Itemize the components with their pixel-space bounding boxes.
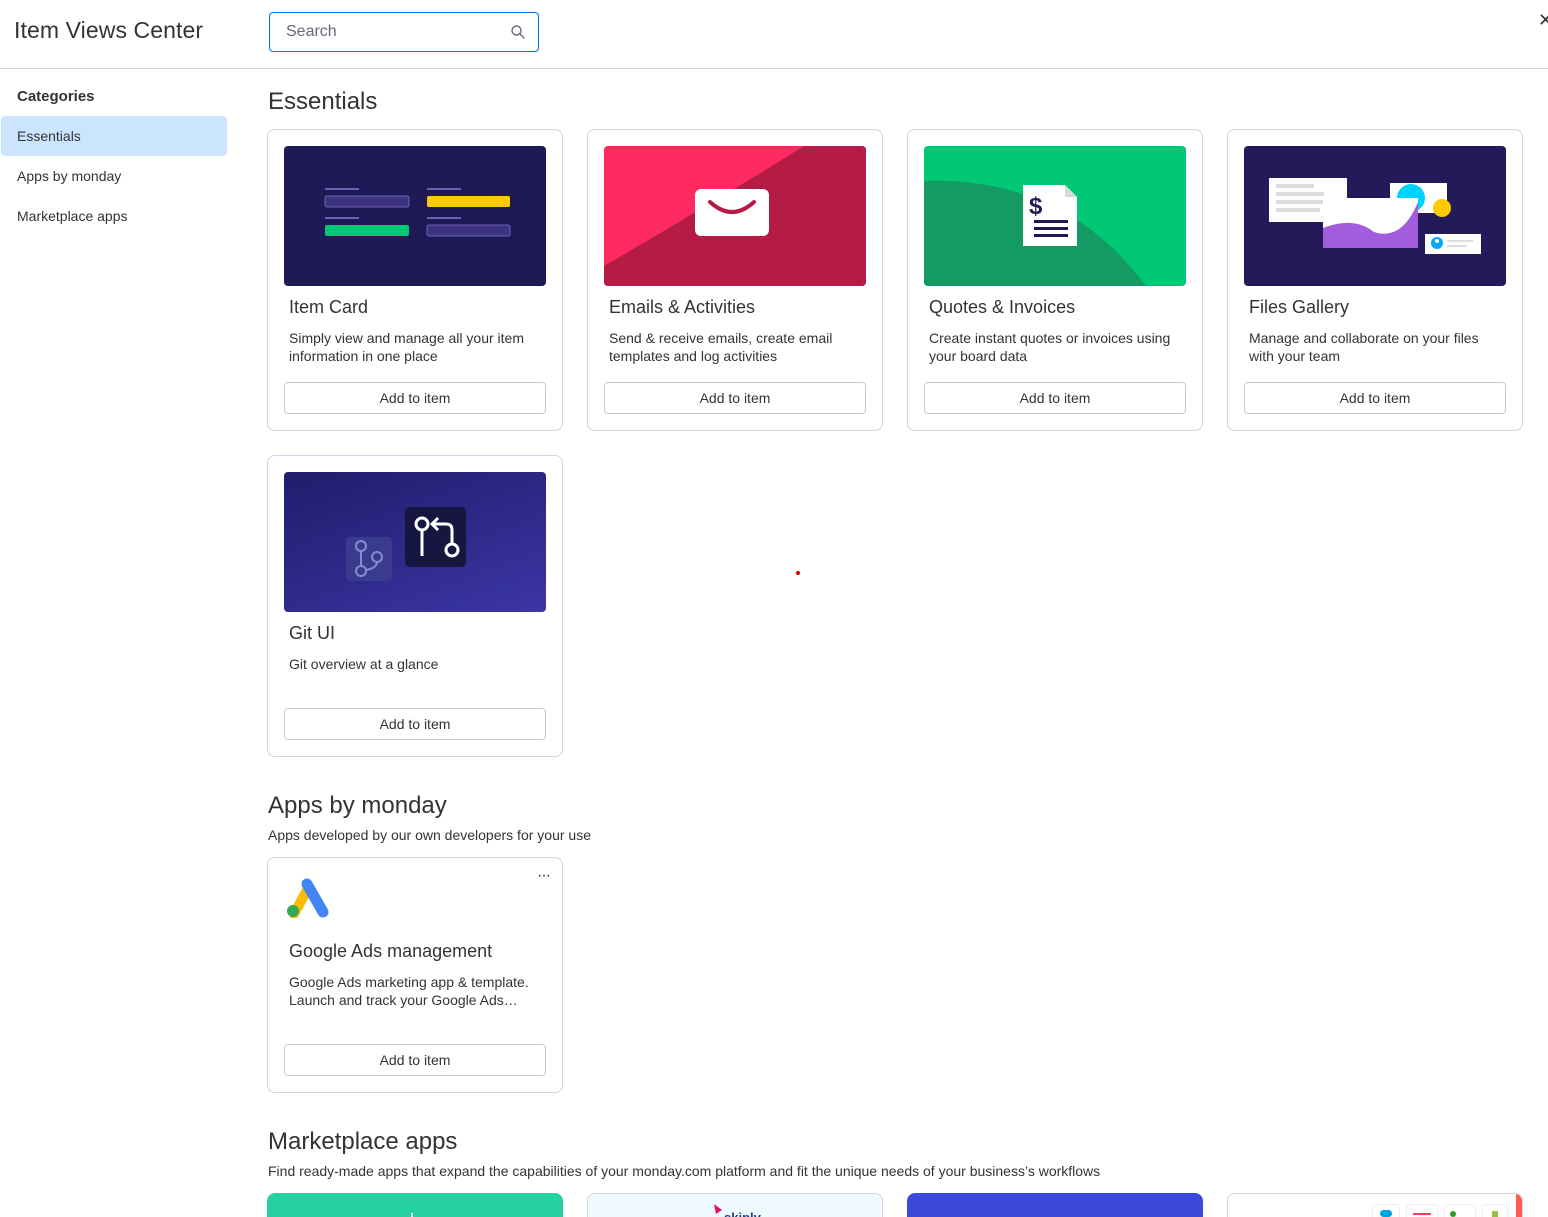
git-illustration bbox=[346, 507, 466, 581]
add-to-item-button[interactable]: Add to item bbox=[284, 1044, 546, 1076]
sidebar-heading: Categories bbox=[17, 88, 95, 105]
card-description: Send & receive emails, create email temp… bbox=[609, 330, 833, 364]
skiply-brand-label: skiply bbox=[724, 1210, 762, 1217]
card-description: Google Ads marketing app & template. Lau… bbox=[289, 974, 529, 1008]
marketplace-app-card[interactable] bbox=[1227, 1193, 1523, 1217]
card-title: Google Ads management bbox=[289, 941, 493, 961]
add-to-item-button[interactable]: Add to item bbox=[604, 382, 866, 414]
item-card-card: Item Card Simply view and manage all you… bbox=[267, 129, 563, 431]
essentials-section-title: Essentials bbox=[268, 88, 378, 115]
salesforce-logo-icon bbox=[1372, 1204, 1400, 1217]
app-logo-icon bbox=[411, 1213, 413, 1217]
google-ads-logo-icon bbox=[287, 878, 329, 918]
files-gallery-card: Files Gallery Manage and collaborate on … bbox=[1227, 129, 1523, 431]
card-title: Files Gallery bbox=[1249, 297, 1350, 317]
files-image bbox=[1244, 146, 1506, 286]
card-title: Git UI bbox=[289, 623, 336, 643]
card-description: Git overview at a glance bbox=[289, 656, 439, 672]
card-description: Manage and collaborate on your files wit… bbox=[1249, 330, 1479, 364]
git-ui-card: Git UI Git overview at a glance Add to i… bbox=[267, 455, 563, 757]
shopify-logo-icon bbox=[1482, 1204, 1508, 1217]
card-title: Quotes & Invoices bbox=[929, 297, 1076, 317]
close-icon[interactable]: ✕ bbox=[1538, 10, 1548, 30]
marketplace-section-title: Marketplace apps bbox=[268, 1128, 458, 1155]
add-to-item-button[interactable]: Add to item bbox=[284, 708, 546, 740]
add-to-item-button[interactable]: Add to item bbox=[1244, 382, 1506, 414]
card-title: Emails & Activities bbox=[609, 297, 756, 317]
add-to-item-button[interactable]: Add to item bbox=[284, 382, 546, 414]
git-image bbox=[284, 472, 546, 612]
svg-text:$: $ bbox=[1029, 193, 1043, 220]
invoice-illustration: $ bbox=[924, 180, 1146, 286]
card-title: Item Card bbox=[289, 297, 369, 317]
search-icon[interactable] bbox=[510, 24, 526, 40]
quotes-image: $ bbox=[924, 146, 1186, 286]
item-card-image bbox=[284, 146, 546, 286]
google-ads-card: ··· Google Ads management Google Ads mar… bbox=[267, 857, 563, 1093]
sidebar-item-marketplace-apps[interactable]: Marketplace apps bbox=[1, 196, 227, 236]
apps-by-monday-section-title: Apps by monday bbox=[268, 792, 447, 819]
emails-image bbox=[604, 146, 866, 286]
envelope-illustration bbox=[604, 146, 866, 286]
page-title: Item Views Center bbox=[14, 17, 204, 43]
header: Item Views Center ✕ bbox=[0, 0, 1548, 69]
marketplace-app-card[interactable] bbox=[267, 1193, 563, 1217]
item-card-illustration bbox=[324, 188, 511, 237]
add-to-item-button[interactable]: Add to item bbox=[924, 382, 1186, 414]
marketplace-section-description: Find ready-made apps that expand the cap… bbox=[268, 1163, 1101, 1179]
marketplace-app-card[interactable] bbox=[907, 1193, 1203, 1217]
quickbooks-logo-icon bbox=[1444, 1204, 1476, 1217]
sidebar-item-apps-by-monday[interactable]: Apps by monday bbox=[1, 156, 227, 196]
monday-logo-icon bbox=[1406, 1204, 1438, 1217]
card-description: Create instant quotes or invoices using … bbox=[929, 330, 1171, 364]
files-illustration bbox=[1269, 178, 1481, 254]
card-description: Simply view and manage all your item inf… bbox=[289, 330, 524, 364]
sidebar-item-essentials[interactable]: Essentials bbox=[1, 116, 227, 156]
quotes-invoices-card: $ Quotes & Invoices Create instant quote… bbox=[907, 129, 1203, 431]
skiply-logo-icon: skiply bbox=[714, 1204, 762, 1217]
search-input[interactable] bbox=[270, 13, 500, 51]
emails-activities-card: Emails & Activities Send & receive email… bbox=[587, 129, 883, 431]
apps-by-monday-section-description: Apps developed by our own developers for… bbox=[268, 827, 591, 843]
marketplace-app-card[interactable]: skiply bbox=[587, 1193, 883, 1217]
indicator-dot bbox=[796, 571, 800, 575]
more-options-icon[interactable]: ··· bbox=[537, 868, 551, 884]
search-box[interactable] bbox=[269, 12, 539, 52]
